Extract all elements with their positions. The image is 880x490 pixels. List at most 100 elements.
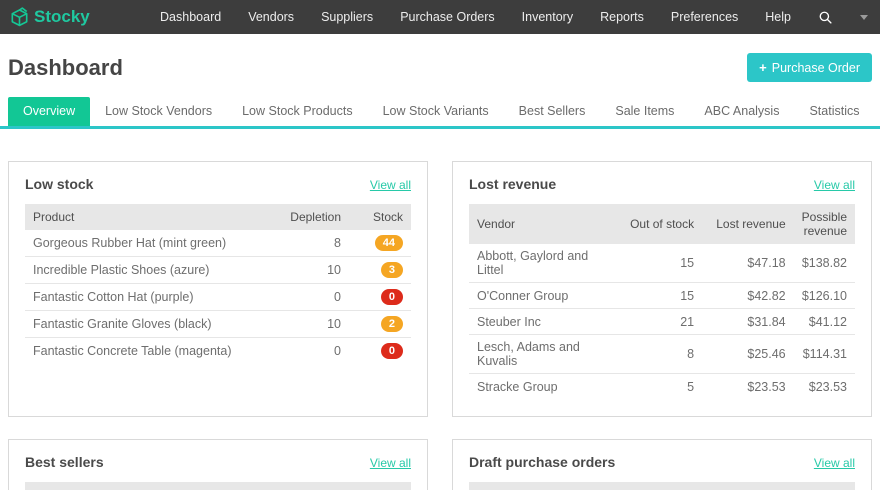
table-row: Fantastic Concrete Table (magenta) 0 0: [25, 338, 411, 365]
tab-statistics[interactable]: Statistics: [794, 97, 874, 126]
nav-item-inventory[interactable]: Inventory: [522, 10, 573, 24]
stock-badge: 44: [375, 235, 403, 251]
product-name: Fantastic Granite Gloves (black): [25, 311, 259, 338]
nav-item-suppliers[interactable]: Suppliers: [321, 10, 373, 24]
depletion-value: 10: [259, 257, 349, 284]
dashboard-content: Low stock View all Product Depletion Sto…: [0, 161, 880, 490]
column-header-number: No.: [469, 482, 555, 490]
lost-revenue-value: $31.84: [702, 309, 794, 335]
lost-revenue-value: $47.18: [702, 244, 794, 283]
table-row: Abbott, Gaylord and Littel 15 $47.18 $13…: [469, 244, 855, 283]
nav-item-help[interactable]: Help: [765, 10, 791, 24]
vendor-name: Steuber Inc: [469, 309, 618, 335]
column-header-vendor: Vendor: [469, 204, 618, 244]
lost-revenue-view-all-link[interactable]: View all: [814, 178, 855, 192]
vendor-name: Lesch, Adams and Kuvalis: [469, 335, 618, 374]
out-of-stock-value: 21: [618, 309, 702, 335]
best-sellers-view-all-link[interactable]: View all: [370, 456, 411, 470]
lost-revenue-title: Lost revenue: [469, 176, 556, 192]
vendor-name: Abbott, Gaylord and Littel: [469, 244, 618, 283]
table-header-row: No. Vendor/Supplier: [469, 482, 855, 490]
out-of-stock-value: 5: [618, 374, 702, 400]
purchase-order-button-label: Purchase Order: [772, 61, 860, 75]
top-navbar: Stocky Dashboard Vendors Suppliers Purch…: [0, 0, 880, 34]
column-header-depletion: Depletion: [259, 204, 349, 230]
best-sellers-panel: Best sellers View all Gr. Product Stock …: [8, 439, 428, 490]
column-header-stock: Stock: [349, 482, 411, 490]
tab-low-stock-products[interactable]: Low Stock Products: [227, 97, 367, 126]
tab-low-stock-vendors[interactable]: Low Stock Vendors: [90, 97, 227, 126]
tab-overview[interactable]: Overview: [8, 97, 90, 126]
table-header-row: Vendor Out of stock Lost revenue Possibl…: [469, 204, 855, 244]
table-row: Gorgeous Rubber Hat (mint green) 8 44: [25, 230, 411, 257]
table-header-row: Product Depletion Stock: [25, 204, 411, 230]
tab-best-sellers[interactable]: Best Sellers: [504, 97, 601, 126]
depletion-value: 0: [259, 284, 349, 311]
plus-icon: +: [759, 60, 767, 75]
column-header-lost-revenue: Lost revenue: [702, 204, 794, 244]
table-row: Steuber Inc 21 $31.84 $41.12: [469, 309, 855, 335]
table-row: Incredible Plastic Shoes (azure) 10 3: [25, 257, 411, 284]
column-header-possible-revenue: Possible revenue: [794, 204, 855, 244]
tab-abc-analysis[interactable]: ABC Analysis: [689, 97, 794, 126]
out-of-stock-value: 8: [618, 335, 702, 374]
depletion-value: 8: [259, 230, 349, 257]
page-header: Dashboard + Purchase Order: [0, 34, 880, 82]
column-header-product: Product: [25, 204, 259, 230]
draft-purchase-orders-panel: Draft purchase orders View all No. Vendo…: [452, 439, 872, 490]
out-of-stock-value: 15: [618, 283, 702, 309]
low-stock-title: Low stock: [25, 176, 93, 192]
column-header-grade: Gr.: [25, 482, 61, 490]
tab-sale-items[interactable]: Sale Items: [600, 97, 689, 126]
product-name: Fantastic Concrete Table (magenta): [25, 338, 259, 365]
nav-item-purchase-orders[interactable]: Purchase Orders: [400, 10, 494, 24]
table-row: Fantastic Granite Gloves (black) 10 2: [25, 311, 411, 338]
stocky-logo[interactable]: Stocky: [8, 6, 90, 29]
lost-revenue-panel: Lost revenue View all Vendor Out of stoc…: [452, 161, 872, 417]
possible-revenue-value: $138.82: [794, 244, 855, 283]
column-header-product: Product: [61, 482, 349, 490]
table-row: Fantastic Cotton Hat (purple) 0 0: [25, 284, 411, 311]
possible-revenue-value: $114.31: [794, 335, 855, 374]
table-row: Stracke Group 5 $23.53 $23.53: [469, 374, 855, 400]
tab-low-stock-variants[interactable]: Low Stock Variants: [368, 97, 504, 126]
stock-badge: 3: [381, 262, 403, 278]
dashboard-tabs: Overview Low Stock Vendors Low Stock Pro…: [0, 97, 880, 129]
vendor-name: Stracke Group: [469, 374, 618, 400]
column-header-stock: Stock: [349, 204, 411, 230]
table-row: O'Conner Group 15 $42.82 $126.10: [469, 283, 855, 309]
stock-badge: 0: [381, 343, 403, 359]
best-sellers-table: Gr. Product Stock A Sleek Concrete Chair…: [25, 482, 411, 490]
depletion-value: 0: [259, 338, 349, 365]
table-row: Lesch, Adams and Kuvalis 8 $25.46 $114.3…: [469, 335, 855, 374]
low-stock-panel: Low stock View all Product Depletion Sto…: [8, 161, 428, 417]
nav-item-reports[interactable]: Reports: [600, 10, 644, 24]
nav-item-vendors[interactable]: Vendors: [248, 10, 294, 24]
cube-icon: [8, 6, 31, 29]
possible-revenue-value: $23.53: [794, 374, 855, 400]
nav-item-dashboard[interactable]: Dashboard: [160, 10, 221, 24]
depletion-value: 10: [259, 311, 349, 338]
best-sellers-title: Best sellers: [25, 454, 104, 470]
new-purchase-order-button[interactable]: + Purchase Order: [747, 53, 872, 82]
nav-links: Dashboard Vendors Suppliers Purchase Ord…: [160, 10, 868, 25]
stock-badge: 2: [381, 316, 403, 332]
draft-purchase-orders-title: Draft purchase orders: [469, 454, 615, 470]
product-name: Fantastic Cotton Hat (purple): [25, 284, 259, 311]
product-name: Incredible Plastic Shoes (azure): [25, 257, 259, 284]
possible-revenue-value: $126.10: [794, 283, 855, 309]
low-stock-view-all-link[interactable]: View all: [370, 178, 411, 192]
page-title: Dashboard: [8, 55, 123, 81]
search-icon[interactable]: [818, 10, 833, 25]
caret-down-icon[interactable]: [860, 15, 868, 20]
nav-item-preferences[interactable]: Preferences: [671, 10, 738, 24]
product-name: Gorgeous Rubber Hat (mint green): [25, 230, 259, 257]
low-stock-table: Product Depletion Stock Gorgeous Rubber …: [25, 204, 411, 364]
column-header-out-of-stock: Out of stock: [618, 204, 702, 244]
draft-purchase-orders-view-all-link[interactable]: View all: [814, 456, 855, 470]
lost-revenue-value: $25.46: [702, 335, 794, 374]
stock-badge: 0: [381, 289, 403, 305]
brand-name: Stocky: [34, 7, 90, 27]
column-header-vendor-supplier: Vendor/Supplier: [555, 482, 793, 490]
out-of-stock-value: 15: [618, 244, 702, 283]
